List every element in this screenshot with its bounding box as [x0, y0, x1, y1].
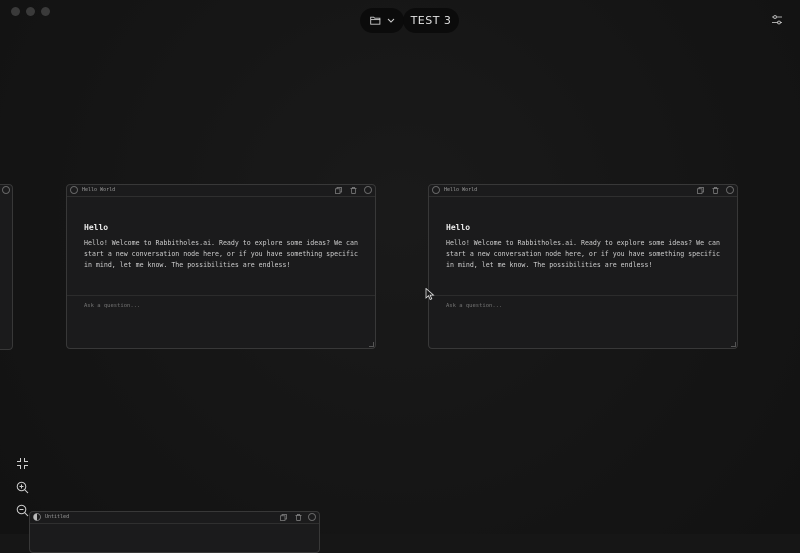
- copy-icon[interactable]: [280, 514, 287, 521]
- window-controls: [11, 7, 50, 16]
- question-input[interactable]: [446, 303, 646, 309]
- node-title: Hello World: [444, 187, 478, 193]
- node-title: Untitled: [45, 514, 70, 520]
- conversation-node[interactable]: Hello World Hello Hello! Welcome to Rabb…: [428, 184, 738, 349]
- folder-icon: [369, 16, 380, 25]
- divider: [67, 295, 375, 296]
- trash-icon[interactable]: [350, 187, 357, 194]
- trash-icon[interactable]: [295, 514, 302, 521]
- question-input[interactable]: [84, 303, 284, 309]
- cursor-icon: [425, 288, 435, 300]
- copy-icon[interactable]: [697, 187, 704, 194]
- folder-menu-button[interactable]: [360, 8, 404, 33]
- offscreen-node[interactable]: [0, 184, 13, 350]
- minimize-window-button[interactable]: [26, 7, 35, 16]
- trash-icon[interactable]: [712, 187, 719, 194]
- chevron-down-icon: [387, 18, 394, 23]
- conversation-node[interactable]: Hello World Hello Hello! Welcome to Rabb…: [66, 184, 376, 349]
- node-message: Hello! Welcome to Rabbitholes.ai. Ready …: [446, 239, 720, 269]
- close-window-button[interactable]: [11, 7, 20, 16]
- half-circle-icon: [33, 513, 41, 521]
- resize-handle[interactable]: [731, 342, 736, 347]
- node-status-icon[interactable]: [432, 186, 440, 194]
- node-header[interactable]: Hello World: [429, 185, 737, 197]
- maximize-window-button[interactable]: [41, 7, 50, 16]
- node-expand-icon[interactable]: [364, 186, 372, 194]
- copy-icon[interactable]: [335, 187, 342, 194]
- node-expand-icon[interactable]: [726, 186, 734, 194]
- node-heading: Hello: [446, 223, 471, 232]
- node-header[interactable]: Untitled: [30, 512, 319, 524]
- node-expand-icon[interactable]: [308, 513, 316, 521]
- sliders-icon[interactable]: [771, 14, 783, 26]
- node-title: Hello World: [82, 187, 116, 193]
- node-status-icon: [2, 186, 10, 194]
- node-status-icon[interactable]: [70, 186, 78, 194]
- node-message: Hello! Welcome to Rabbitholes.ai. Ready …: [84, 239, 358, 269]
- node-heading: Hello: [84, 223, 109, 232]
- project-title[interactable]: TEST 3: [403, 8, 459, 33]
- conversation-node[interactable]: Untitled: [29, 511, 320, 553]
- divider: [429, 295, 737, 296]
- minimize-icon[interactable]: [16, 457, 29, 470]
- zoom-out-icon[interactable]: [16, 504, 29, 517]
- zoom-in-icon[interactable]: [16, 481, 29, 494]
- resize-handle[interactable]: [369, 342, 374, 347]
- node-header[interactable]: Hello World: [67, 185, 375, 197]
